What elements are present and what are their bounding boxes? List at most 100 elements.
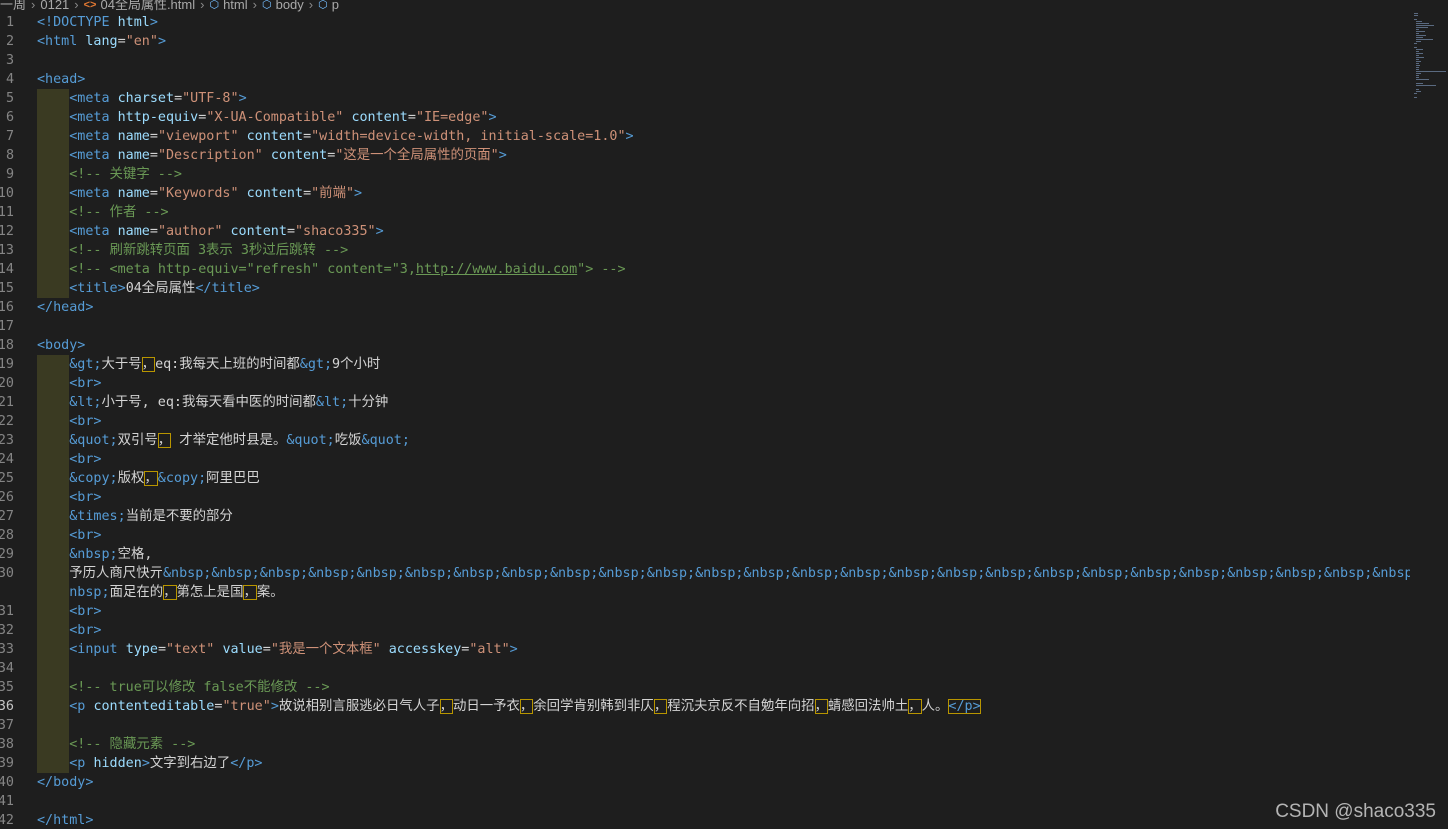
breadcrumb-item-file[interactable]: 04全局属性.html — [100, 0, 195, 11]
code-line[interactable]: 15 <title>04全局属性</title> — [0, 279, 1410, 298]
line-number: 12 — [0, 224, 14, 239]
line-number: 24 — [0, 452, 14, 467]
line-number: 33 — [0, 642, 14, 657]
code-token: </p> — [948, 699, 981, 714]
code-token: content — [246, 129, 304, 144]
code-line[interactable]: 16 </head> — [0, 298, 1410, 317]
code-line[interactable]: 37 — [0, 716, 1410, 735]
code-line[interactable]: 22 <br> — [0, 412, 1410, 431]
code-line[interactable]: 35 <!-- true可以修改 false不能修改 --> — [0, 678, 1410, 697]
code-token: content — [230, 224, 287, 239]
breadcrumb-item-p[interactable]: p — [332, 0, 339, 11]
code-line[interactable]: 28 <br> — [0, 526, 1410, 545]
line-number: 42 — [0, 813, 14, 828]
code-line[interactable]: 21 &lt;小于号, eq:我每天看中医的时间都&lt;十分钟 — [0, 393, 1410, 412]
code-line[interactable]: 40 </body> — [0, 773, 1410, 792]
code-line[interactable]: 12 <meta name="author" content="shaco335… — [0, 222, 1410, 241]
code-content: <p hidden>文字到右边了</p> — [37, 754, 262, 773]
code-line[interactable]: 32 <br> — [0, 621, 1410, 640]
line-number: 36 — [0, 699, 14, 714]
breadcrumb-item-folder[interactable]: 一周 — [0, 0, 26, 11]
breadcrumb-item-html[interactable]: html — [223, 0, 248, 11]
code-token: &quot; — [69, 433, 118, 448]
code-line[interactable]: 11 <!-- 作者 --> — [0, 203, 1410, 222]
code-token: = — [157, 642, 166, 657]
line-number: 13 — [0, 243, 14, 258]
line-number: 35 — [0, 680, 14, 695]
code-line[interactable]: 27 &times;当前是不要的部分 — [0, 507, 1410, 526]
element-cube-icon: ⬡ — [209, 0, 220, 11]
code-line[interactable]: 18 <body> — [0, 336, 1410, 355]
code-line[interactable]: 1 <!DOCTYPE html> — [0, 13, 1410, 32]
code-token: <!-- 隐藏元素 --> — [69, 737, 196, 752]
code-line[interactable]: 7 <meta name="viewport" content="width=d… — [0, 127, 1410, 146]
code-line[interactable]: 36 <p contenteditable="true">故说相别言服逃必日气人… — [0, 697, 1410, 716]
code-line[interactable]: 14 <!-- <meta http-equiv="refresh" conte… — [0, 260, 1410, 279]
code-token: 蜻感回法帅土 — [827, 699, 909, 714]
code-line[interactable]: 2 <html lang="en"> — [0, 32, 1410, 51]
code-line[interactable]: 23 &quot;双引号， 才举定他时县是。&quot;吃饭&quot; — [0, 431, 1410, 450]
breadcrumb-item-body[interactable]: body — [276, 0, 304, 11]
line-number: 41 — [0, 794, 14, 809]
code-line[interactable]: 25 &copy;版权，&copy;阿里巴巴 — [0, 469, 1410, 488]
code-token: "shaco335" — [295, 224, 376, 239]
code-line[interactable]: 38 <!-- 隐藏元素 --> — [0, 735, 1410, 754]
minimap-line — [1416, 35, 1426, 36]
line-number: 8 — [5, 148, 14, 163]
code-line[interactable]: 10 <meta name="Keywords" content="前端"> — [0, 184, 1410, 203]
code-content: <!-- 隐藏元素 --> — [37, 735, 195, 754]
code-content: &gt;大于号，eq:我每天上班的时间都&gt;9个小时 — [37, 355, 380, 374]
minimap-line — [1416, 79, 1429, 80]
code-token: contenteditable — [93, 699, 215, 714]
code-token: 予历人商尺快亓 — [69, 566, 163, 581]
code-line[interactable]: 19 &gt;大于号，eq:我每天上班的时间都&gt;9个小时 — [0, 355, 1410, 374]
minimap[interactable] — [1410, 13, 1448, 103]
code-token: &quot; — [361, 433, 410, 448]
code-content: <meta name="author" content="shaco335"> — [37, 222, 384, 241]
code-line[interactable]: 30 予历人商尺快亓&nbsp;&nbsp;&nbsp;&nbsp;&nbsp;… — [0, 564, 1410, 583]
code-line[interactable]: 34 — [0, 659, 1410, 678]
code-line[interactable]: 8 <meta name="Description" content="这是一个… — [0, 146, 1410, 165]
indent-guide — [37, 754, 70, 773]
code-content: </head> — [37, 298, 93, 317]
code-content: &quot;双引号， 才举定他时县是。&quot;吃饭&quot; — [37, 431, 410, 450]
code-line[interactable]: 3 — [0, 51, 1410, 70]
code-line[interactable]: 4 <head> — [0, 70, 1410, 89]
indent-guide — [37, 526, 70, 545]
line-number: 32 — [0, 623, 14, 638]
code-line[interactable]: 39 <p hidden>文字到右边了</p> — [0, 754, 1410, 773]
code-line[interactable]: 31 <br> — [0, 602, 1410, 621]
breadcrumb-item-subfolder[interactable]: 0121 — [40, 0, 69, 11]
code-line[interactable]: 17 — [0, 317, 1410, 336]
code-token: <br> — [69, 376, 102, 391]
indent-guide — [37, 108, 70, 127]
minimap-line — [1416, 55, 1419, 56]
code-line[interactable]: 5 <meta charset="UTF-8"> — [0, 89, 1410, 108]
code-token: 第怎上是国 — [176, 585, 244, 600]
code-token: 文字到右边了 — [149, 756, 231, 771]
minimap-line — [1416, 89, 1420, 90]
code-line[interactable]: 42 </html> — [0, 811, 1410, 829]
code-line[interactable]: nbsp;面足在的，第怎上是国，案。 — [0, 583, 1410, 602]
code-line[interactable]: 6 <meta http-equiv = "X-UA-Compatible" con… — [0, 108, 1410, 127]
code-token: "前端" — [311, 186, 355, 201]
indent-guide — [37, 621, 70, 640]
code-line[interactable]: 9 <!-- 关键字 --> — [0, 165, 1410, 184]
code-line[interactable]: 26 <br> — [0, 488, 1410, 507]
code-line[interactable]: 24 <br> — [0, 450, 1410, 469]
code-token: "这是一个全局属性的页面" — [335, 148, 499, 163]
code-line[interactable]: 13 <!-- 刷新跳转页面 3表示 3秒过后跳转 --> — [0, 241, 1410, 260]
code-line[interactable]: 41 — [0, 792, 1410, 811]
code-content: <!-- 作者 --> — [37, 203, 169, 222]
code-editor[interactable]: 1 <!DOCTYPE html> 2 <html lang="en"> 3 4 <head… — [0, 13, 1410, 829]
code-line[interactable]: 29 &nbsp;空格, — [0, 545, 1410, 564]
code-content: <br> — [37, 412, 102, 431]
code-line[interactable]: 33 <input type="text" value="我是一个文本框" ac… — [0, 640, 1410, 659]
code-line[interactable]: 20 <br> — [0, 374, 1410, 393]
code-token: <!-- <meta http-equiv="refresh" content=… — [69, 262, 416, 277]
element-cube-icon: ⬡ — [318, 0, 328, 11]
code-token: &copy; — [157, 471, 207, 486]
code-token: 9个小时 — [332, 357, 381, 372]
line-number: 21 — [0, 395, 14, 410]
